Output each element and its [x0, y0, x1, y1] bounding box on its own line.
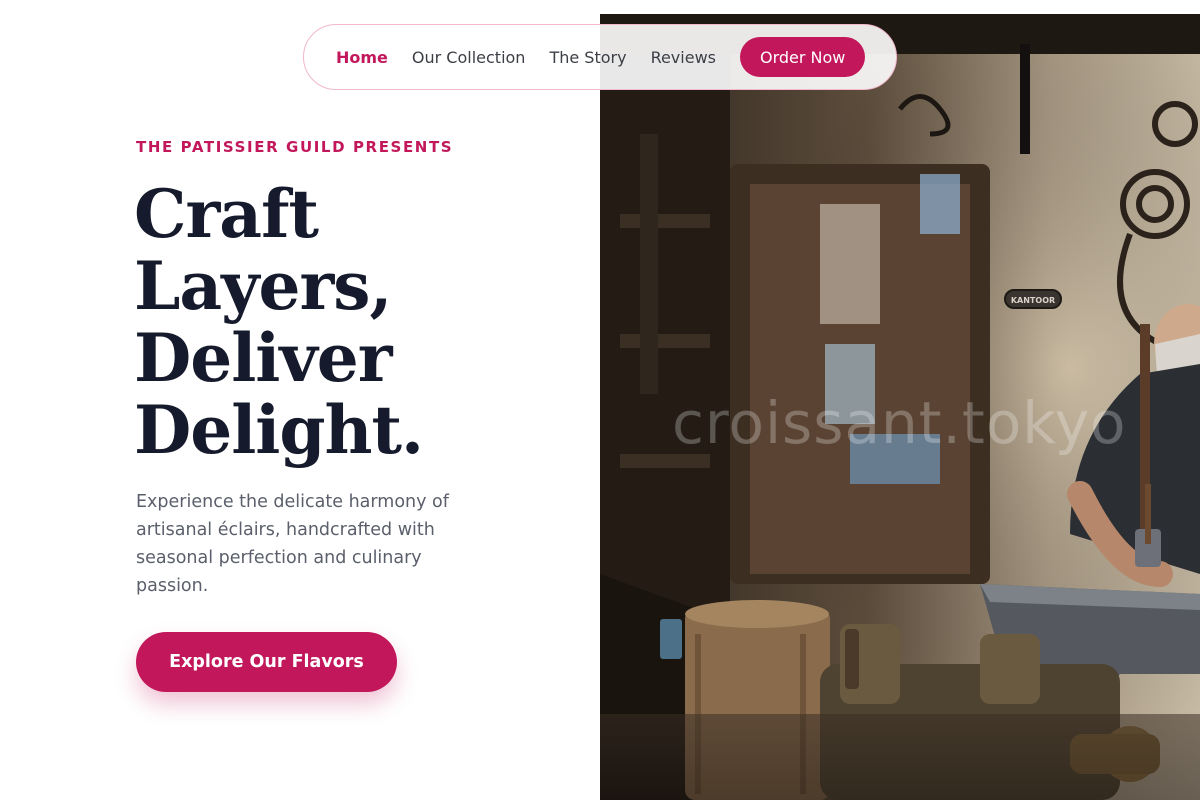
- nav-collection-link[interactable]: Our Collection: [412, 48, 526, 67]
- hero-description: Experience the delicate harmony of artis…: [136, 492, 449, 596]
- headline-line: Deliver: [134, 319, 392, 397]
- main-nav: Home Our Collection The Story Reviews Or…: [303, 24, 897, 90]
- nav-reviews-link[interactable]: Reviews: [651, 48, 716, 67]
- headline-line: Delight.: [134, 391, 424, 469]
- headline-line: Craft: [134, 175, 319, 253]
- nav-story-link[interactable]: The Story: [549, 48, 626, 67]
- photo-watermark: croissant.tokyo: [672, 389, 1127, 457]
- kantoor-sign-text: KANTOOR: [1011, 296, 1055, 305]
- hero-headline: Craft Layers, Deliver Delight.: [134, 178, 574, 466]
- order-now-button[interactable]: Order Now: [739, 37, 866, 77]
- nav-home-link[interactable]: Home: [336, 48, 388, 67]
- headline-line: Layers,: [134, 247, 392, 325]
- explore-flavors-button[interactable]: Explore Our Flavors: [136, 632, 397, 692]
- hero-eyebrow: THE PATISSIER GUILD PRESENTS: [136, 138, 454, 156]
- hero-photo: KANTOOR croissant.tokyo: [600, 14, 1200, 800]
